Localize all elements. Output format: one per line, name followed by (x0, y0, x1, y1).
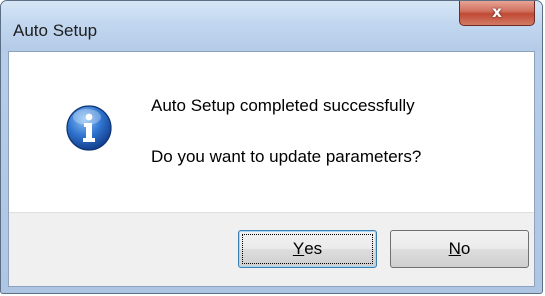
yes-label-rest: es (304, 239, 323, 258)
window-title: Auto Setup (13, 21, 98, 40)
yes-button[interactable]: Yes (238, 230, 377, 268)
close-button[interactable]: x (459, 1, 535, 26)
dialog-window: Auto Setup x Auto Setup completed succes… (0, 0, 543, 294)
yes-button-label: Yes (242, 234, 373, 264)
dialog-client-area: Auto Setup completed successfully Do you… (8, 51, 535, 287)
message-line-2: Do you want to update parameters? (151, 147, 422, 166)
yes-mnemonic: Y (292, 239, 305, 258)
no-button-label: No (395, 235, 524, 263)
close-icon: x (492, 3, 502, 21)
message-line-1: Auto Setup completed successfully (151, 96, 415, 115)
no-button[interactable]: No (390, 230, 529, 268)
title-bar[interactable]: Auto Setup x (1, 1, 542, 51)
no-mnemonic: N (448, 239, 461, 258)
message-area: Auto Setup completed successfully Do you… (9, 52, 534, 213)
no-label-rest: o (460, 239, 471, 258)
info-icon (66, 105, 112, 151)
